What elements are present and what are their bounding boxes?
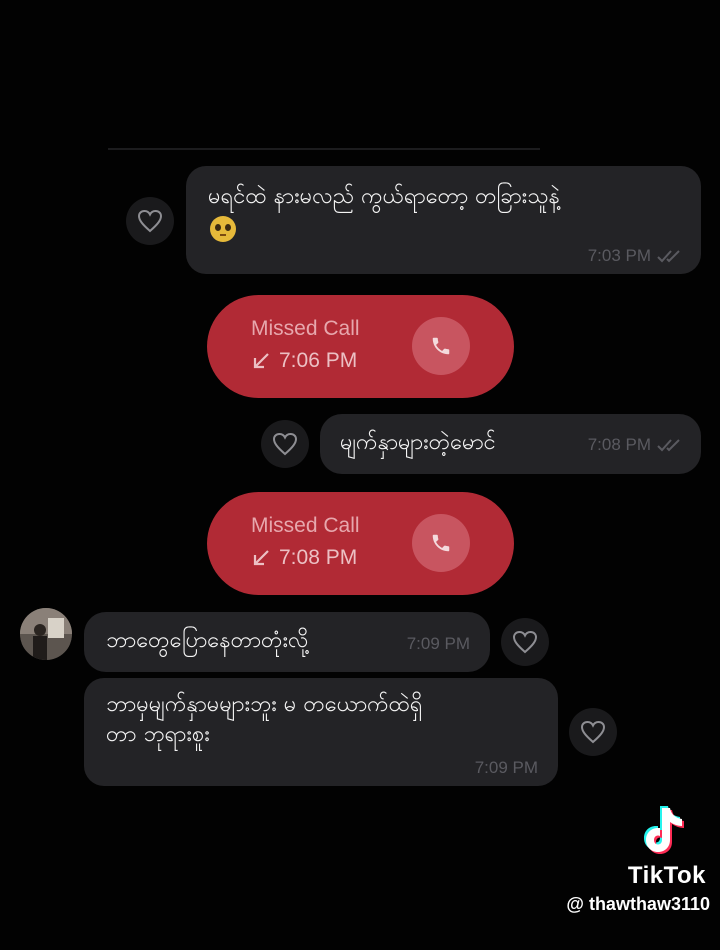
missed-call-title: Missed Call	[251, 514, 360, 537]
message-bubble-incoming[interactable]: ဘာတွေပြောနေတာတုံးလို့ 7:09 PM	[84, 612, 490, 672]
message-text-line: ဘာမှမျက်နှာမများဘူး မ တယောက်ထဲရှိ	[106, 692, 423, 717]
message-meta: 7:08 PM	[588, 435, 685, 455]
double-check-icon	[657, 439, 680, 452]
missed-call-time: 7:06 PM	[279, 349, 358, 372]
arrow-down-left-icon	[253, 353, 269, 369]
message-text: မျက်နှာများတဲ့မောင်	[340, 430, 496, 455]
message-text: မရင်ထဲ နားမလည် ကွယ်ရာတော့ တခြားသူနဲ့	[208, 184, 560, 209]
missed-call-meta: 7:08 PM	[251, 546, 357, 570]
message-text-line: တာ ဘုရားစူး	[106, 722, 210, 747]
call-back-button[interactable]	[412, 514, 470, 572]
pleading-face-emoji	[210, 216, 236, 242]
phone-icon	[432, 337, 450, 355]
missed-call-bubble[interactable]: Missed Call 7:08 PM	[207, 492, 514, 595]
heart-icon	[580, 720, 606, 744]
avatar-photo	[20, 608, 72, 660]
message-time: 7:08 PM	[587, 435, 651, 454]
tiktok-logo-icon	[640, 802, 692, 860]
missed-call-meta: 7:06 PM	[251, 349, 357, 373]
message-time: 7:09 PM	[474, 758, 538, 777]
tiktok-handle: @ thawthaw3110	[566, 894, 710, 914]
arrow-down-left-icon	[253, 550, 269, 566]
message-meta: 7:03 PM	[588, 246, 685, 266]
message-time: 7:09 PM	[406, 634, 470, 653]
contact-avatar[interactable]	[20, 608, 72, 660]
heart-icon	[272, 432, 298, 456]
tiktok-brand: TikTok	[627, 862, 706, 889]
message-time: 7:03 PM	[587, 246, 651, 265]
message-bubble-outgoing[interactable]: မရင်ထဲ နားမလည် ကွယ်ရာတော့ တခြားသူနဲ့ 7:0…	[186, 166, 701, 274]
message-text: ဘာတွေပြောနေတာတုံးလို့	[106, 628, 309, 653]
heart-icon	[137, 209, 163, 233]
missed-call-time: 7:08 PM	[279, 546, 358, 569]
call-back-button[interactable]	[412, 317, 470, 375]
missed-call-bubble[interactable]: Missed Call 7:06 PM	[207, 295, 514, 398]
phone-icon	[432, 534, 450, 552]
react-heart-button[interactable]	[126, 197, 174, 245]
heart-icon	[512, 630, 538, 654]
missed-call-title: Missed Call	[251, 317, 360, 340]
chat-screen: မရင်ထဲ နားမလည် ကွယ်ရာတော့ တခြားသူနဲ့ 7:0…	[0, 0, 720, 950]
react-heart-button[interactable]	[501, 618, 549, 666]
double-check-icon	[657, 250, 680, 263]
message-bubble-incoming[interactable]: ဘာမှမျက်နှာမများဘူး မ တယောက်ထဲရှိ တာ ဘုရ…	[84, 678, 558, 786]
react-heart-button[interactable]	[261, 420, 309, 468]
react-heart-button[interactable]	[569, 708, 617, 756]
divider	[108, 148, 540, 150]
message-bubble-outgoing[interactable]: မျက်နှာများတဲ့မောင် 7:08 PM	[320, 414, 701, 474]
